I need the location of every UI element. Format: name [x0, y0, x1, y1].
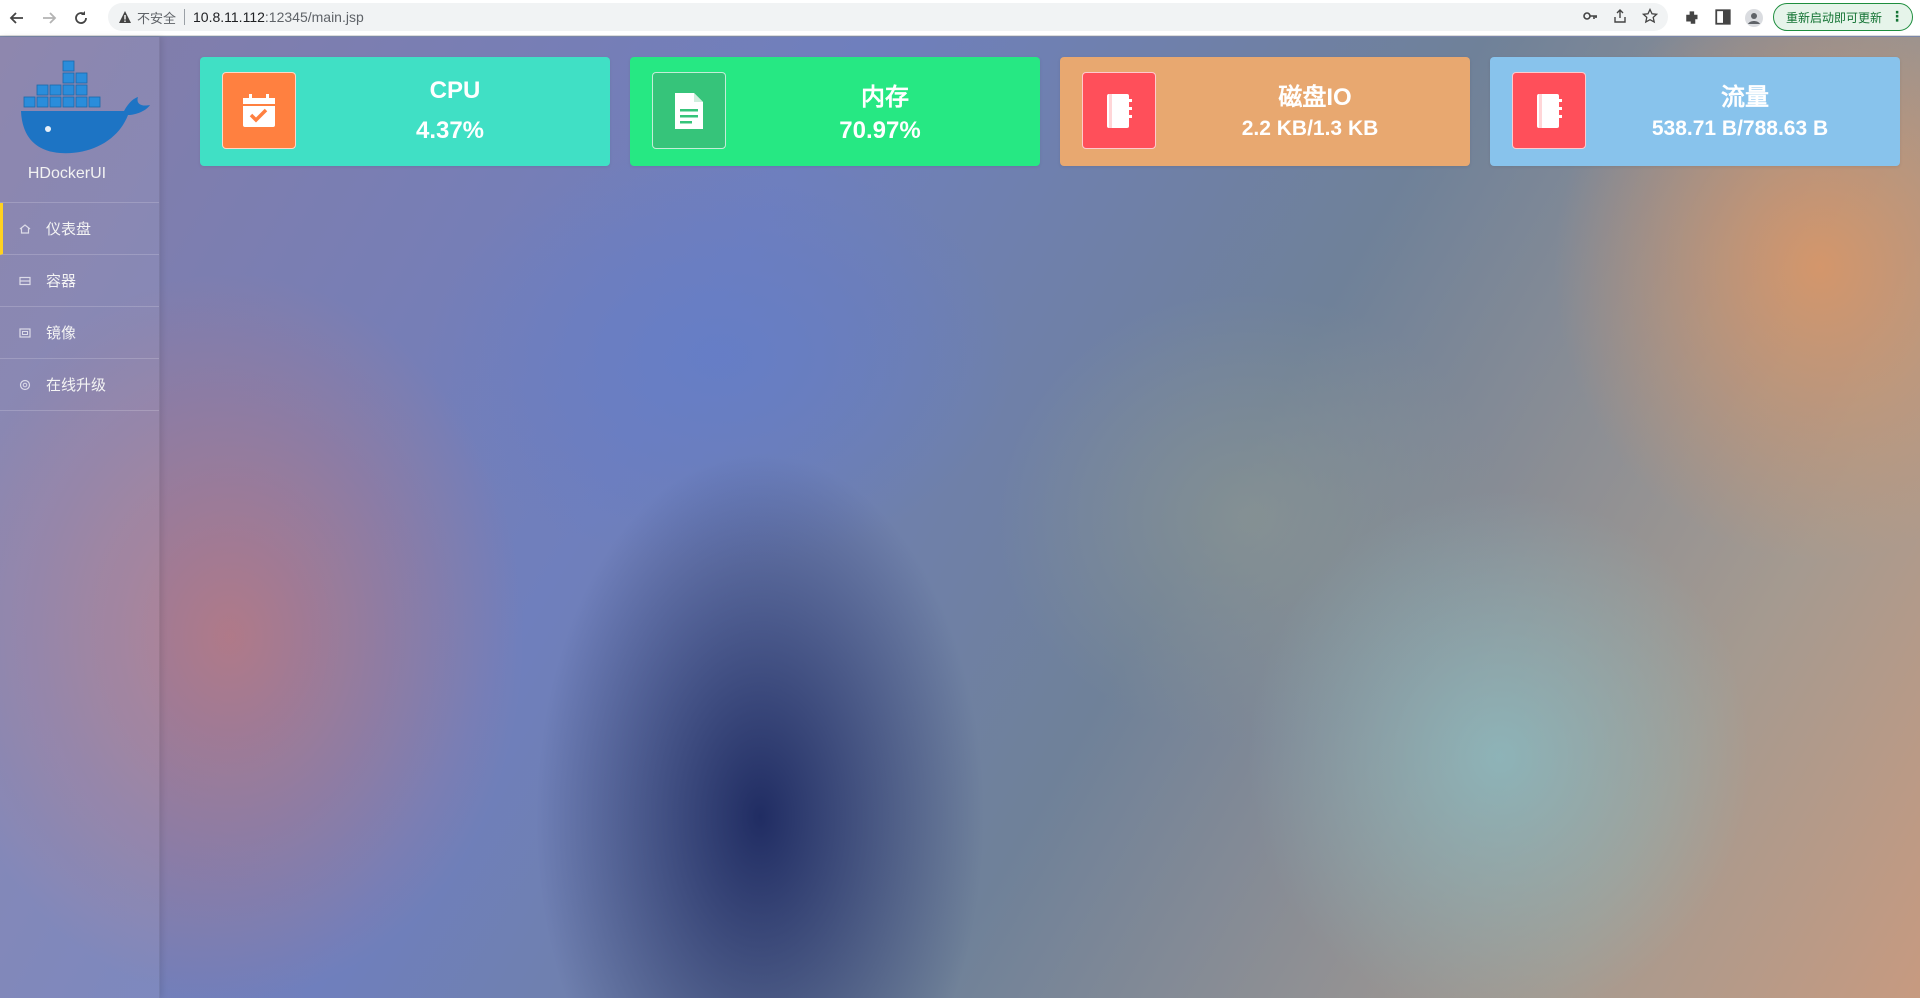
- share-icon[interactable]: [1612, 8, 1628, 24]
- separator: [184, 9, 186, 25]
- url-path: :12345/main.jsp: [264, 9, 364, 25]
- calendar-check-icon: [222, 72, 296, 149]
- card-value: 538.71 B/788.63 B: [1651, 117, 1829, 140]
- menu-icon[interactable]: ⋮: [1890, 8, 1904, 25]
- sidebar-item-images[interactable]: 镜像: [0, 307, 159, 359]
- sidebar: HDockerUI 仪表盘 容器 镜像 在线升级: [0, 37, 160, 998]
- sidebar-item-label: 镜像: [46, 325, 77, 342]
- insecure-label: 不安全: [137, 10, 177, 26]
- sidebar-item-containers[interactable]: 容器: [0, 255, 159, 307]
- sidepanel-icon[interactable]: [1714, 8, 1732, 26]
- address-bar[interactable]: 不安全 10.8.11.112:12345/main.jsp: [108, 3, 1668, 31]
- card-title: 内存: [861, 84, 909, 111]
- sidebar-item-label: 仪表盘: [46, 221, 92, 238]
- url-host: 10.8.11.112: [193, 9, 265, 25]
- docker-whale-logo: [21, 60, 150, 154]
- reload-icon[interactable]: [66, 3, 96, 33]
- notebook-icon: [1512, 72, 1586, 149]
- sidebar-item-label: 在线升级: [46, 377, 107, 394]
- back-icon[interactable]: [2, 3, 32, 33]
- card-value: 2.2 KB/1.3 KB: [1241, 117, 1379, 140]
- profile-icon[interactable]: [1744, 8, 1764, 28]
- cpu-card: CPU 4.37%: [200, 57, 610, 166]
- memory-card: 内存 70.97%: [630, 57, 1040, 166]
- update-button[interactable]: 重新启动即可更新 ⋮: [1773, 3, 1913, 31]
- disk-io-card: 磁盘IO 2.2 KB/1.3 KB: [1060, 57, 1470, 166]
- document-icon: [652, 72, 726, 149]
- container-icon: [19, 276, 31, 285]
- forward-icon[interactable]: [34, 3, 64, 33]
- logo-area: HDockerUI: [0, 37, 159, 202]
- image-icon: [19, 327, 31, 338]
- page-background: [0, 37, 1920, 998]
- sidebar-item-upgrade[interactable]: 在线升级: [0, 359, 159, 411]
- card-title: 磁盘IO: [1278, 84, 1352, 111]
- browser-toolbar: 不安全 10.8.11.112:12345/main.jsp 重新启动即可更新 …: [0, 0, 1920, 36]
- star-icon[interactable]: [1642, 8, 1658, 24]
- card-title: CPU: [429, 77, 481, 104]
- sidebar-item-dashboard[interactable]: 仪表盘: [0, 203, 159, 255]
- extensions-icon[interactable]: [1684, 8, 1702, 26]
- sidebar-menu: 仪表盘 容器 镜像 在线升级: [0, 202, 159, 411]
- notebook-icon: [1082, 72, 1156, 149]
- address-bar-actions: [1582, 8, 1658, 24]
- key-icon[interactable]: [1582, 8, 1598, 24]
- card-title: 流量: [1721, 84, 1769, 111]
- card-value: 70.97%: [839, 117, 921, 144]
- warning-icon: [119, 11, 131, 23]
- home-icon: [19, 223, 31, 234]
- traffic-card: 流量 538.71 B/788.63 B: [1490, 57, 1900, 166]
- card-value: 4.37%: [415, 117, 485, 144]
- update-label: 重新启动即可更新: [1786, 10, 1883, 25]
- sidebar-item-label: 容器: [46, 273, 77, 290]
- upgrade-icon: [19, 379, 31, 390]
- brand-name: HDockerUI: [27, 165, 107, 182]
